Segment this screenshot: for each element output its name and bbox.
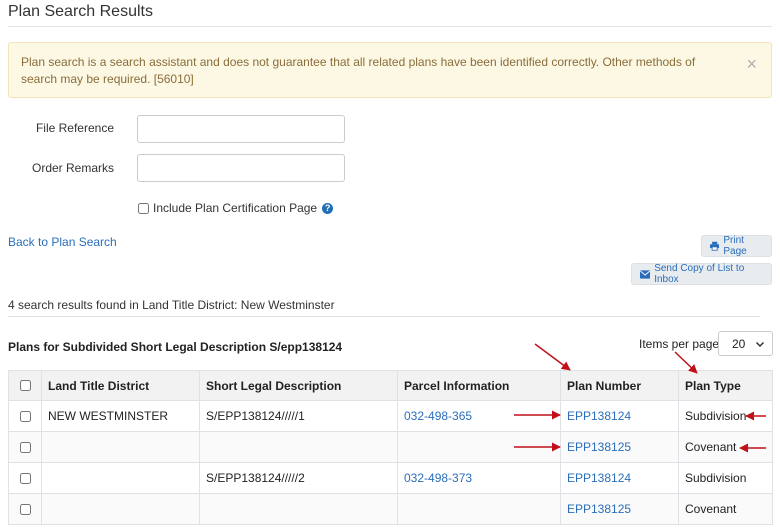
certification-checkbox[interactable]: [138, 202, 149, 214]
plan-type-cell: Subdivision: [678, 462, 773, 494]
title-divider: [8, 26, 772, 27]
certification-option: Include Plan Certification Page ?: [137, 201, 334, 215]
table-row: EPP138125 Covenant: [8, 493, 773, 525]
items-per-page-select[interactable]: 20: [718, 331, 773, 356]
results-table: Land Title District Short Legal Descript…: [8, 370, 773, 525]
short-legal-cell: S/EPP138124/////2: [199, 462, 398, 494]
row-checkbox[interactable]: [19, 503, 31, 515]
close-icon[interactable]: ×: [746, 55, 757, 73]
back-to-search-link[interactable]: Back to Plan Search: [8, 235, 117, 249]
parcel-cell: [397, 431, 561, 463]
send-copy-label: Send Copy of List to Inbox: [654, 263, 745, 285]
plan-number-cell: EPP138124: [560, 462, 679, 494]
certification-label: Include Plan Certification Page: [153, 201, 318, 215]
short-legal-cell: S/EPP138124/////1: [199, 400, 398, 432]
plan-number-link[interactable]: EPP138125: [567, 502, 631, 516]
table-row: EPP138125 Covenant: [8, 431, 773, 463]
page-title: Plan Search Results: [8, 3, 153, 20]
district-cell: [41, 493, 200, 525]
printer-icon: [710, 241, 720, 251]
plan-type-cell: Covenant: [678, 431, 773, 463]
table-row: NEW WESTMINSTER S/EPP138124/////1 032-49…: [8, 400, 773, 432]
disclaimer-alert: Plan search is a search assistant and do…: [8, 42, 772, 98]
parcel-link[interactable]: 032-498-365: [404, 409, 472, 423]
file-reference-label: File Reference: [35, 121, 114, 135]
select-all-cell: [8, 370, 42, 401]
annotation-arrow-icon: [534, 343, 571, 371]
short-legal-cell: [199, 431, 398, 463]
district-cell: [41, 431, 200, 463]
plan-number-link[interactable]: EPP138124: [567, 471, 631, 485]
results-divider: [8, 316, 760, 317]
order-remarks-input[interactable]: [137, 154, 345, 182]
envelope-icon: [640, 269, 651, 279]
district-cell: [41, 462, 200, 494]
order-remarks-label: Order Remarks: [31, 161, 114, 175]
alert-message: Plan search is a search assistant and do…: [21, 55, 696, 86]
items-per-page-label: Items per page: [639, 337, 720, 351]
plan-number-cell: EPP138125: [560, 493, 679, 525]
district-cell: NEW WESTMINSTER: [41, 400, 200, 432]
parcel-cell: 032-498-365: [397, 400, 561, 432]
print-page-button[interactable]: Print Page: [701, 235, 772, 257]
row-select-cell: [8, 431, 42, 463]
plan-number-cell: EPP138125: [560, 431, 679, 463]
column-header: Parcel Information: [397, 370, 561, 401]
plan-type-cell: Subdivision: [678, 400, 773, 432]
row-checkbox[interactable]: [19, 441, 31, 453]
column-header: Land Title District: [41, 370, 200, 401]
chevron-down-icon: [755, 341, 765, 348]
plan-number-link[interactable]: EPP138125: [567, 440, 631, 454]
plan-number-cell: EPP138124: [560, 400, 679, 432]
column-header: Short Legal Description: [199, 370, 398, 401]
row-select-cell: [8, 462, 42, 494]
results-summary: 4 search results found in Land Title Dis…: [8, 298, 335, 312]
column-header: Plan Type: [678, 370, 773, 401]
row-checkbox[interactable]: [19, 410, 31, 422]
short-legal-cell: [199, 493, 398, 525]
help-icon[interactable]: ?: [322, 202, 334, 214]
print-page-label: Print Page: [723, 235, 747, 257]
items-per-page-value: 20: [732, 336, 746, 351]
table-title: Plans for Subdivided Short Legal Descrip…: [8, 340, 343, 354]
row-select-cell: [8, 493, 42, 525]
send-copy-button[interactable]: Send Copy of List to Inbox: [631, 263, 772, 285]
parcel-link[interactable]: 032-498-373: [404, 471, 472, 485]
parcel-cell: 032-498-373: [397, 462, 561, 494]
parcel-cell: [397, 493, 561, 525]
file-reference-input[interactable]: [137, 115, 345, 143]
select-all-checkbox[interactable]: [19, 380, 31, 391]
column-header: Plan Number: [560, 370, 679, 401]
table-header-row: Land Title District Short Legal Descript…: [8, 370, 773, 401]
plan-number-link[interactable]: EPP138124: [567, 409, 631, 423]
table-row: S/EPP138124/////2 032-498-373 EPP138124 …: [8, 462, 773, 494]
plan-type-cell: Covenant: [678, 493, 773, 525]
row-checkbox[interactable]: [19, 472, 31, 484]
row-select-cell: [8, 400, 42, 432]
